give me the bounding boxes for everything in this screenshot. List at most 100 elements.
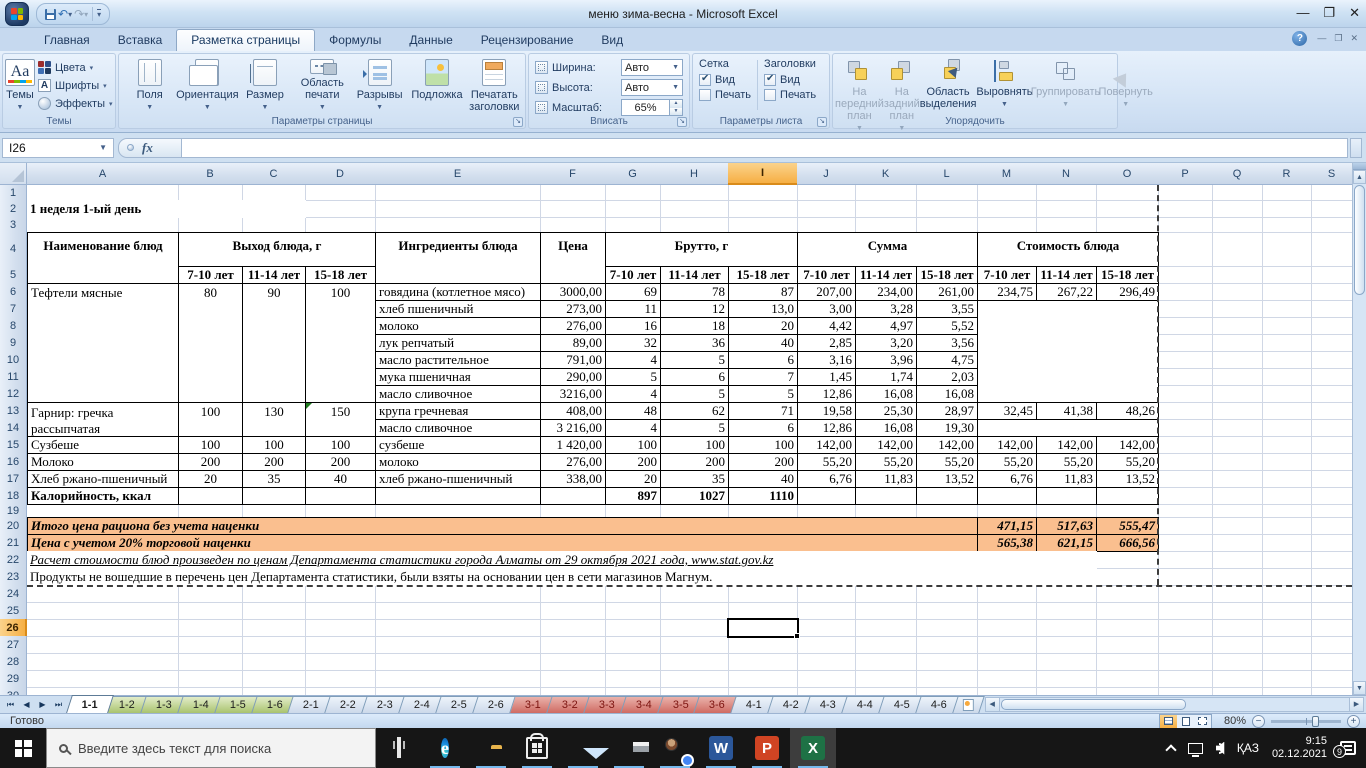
headings-view-checkbox[interactable]: Вид: [764, 74, 816, 86]
cell-A20[interactable]: Итого цена рациона без учета наценки: [27, 517, 978, 535]
cell-O21[interactable]: 666,56: [1096, 534, 1159, 552]
cell-D17[interactable]: 40: [305, 470, 376, 488]
mail-taskbar-button[interactable]: [560, 728, 606, 768]
cell-O18[interactable]: [1096, 487, 1159, 505]
cell-C17[interactable]: 35: [242, 470, 306, 488]
cell-L18[interactable]: [916, 487, 978, 505]
row-header-22[interactable]: 22: [0, 551, 27, 569]
cell-L17[interactable]: 13,52: [916, 470, 978, 488]
ribbon-tab-Формулы[interactable]: Формулы: [315, 30, 395, 51]
cell-I9[interactable]: 40: [728, 334, 798, 352]
cell-D6[interactable]: 100: [305, 283, 376, 403]
customize-qat-button[interactable]: ▾: [97, 9, 101, 19]
cell-C13[interactable]: 130: [242, 402, 306, 437]
grid-area[interactable]: 1 неделя 1-ый деньНаименование блюдВыход…: [27, 185, 1352, 695]
cell-H10[interactable]: 5: [660, 351, 729, 369]
row-header-3[interactable]: 3: [0, 217, 27, 233]
cell-N13[interactable]: 41,38: [1036, 402, 1097, 420]
next-sheet-button[interactable]: ▶: [35, 697, 50, 712]
cell-B4[interactable]: Выход блюда, г: [178, 232, 376, 267]
row-header-30[interactable]: 30: [0, 687, 27, 695]
cell-J12[interactable]: 12,86: [797, 385, 856, 403]
close-button[interactable]: ✕: [1349, 4, 1360, 22]
vertical-scroll-thumb[interactable]: [1354, 185, 1365, 295]
cell-F11[interactable]: 290,00: [540, 368, 606, 386]
cell-L7[interactable]: 3,55: [916, 300, 978, 318]
cell-I14[interactable]: 6: [728, 419, 798, 437]
cell-L5[interactable]: 15-18 лет: [916, 266, 978, 284]
cell-J5[interactable]: 7-10 лет: [797, 266, 856, 284]
scroll-up-button[interactable]: ▲: [1353, 170, 1366, 184]
cell-N18[interactable]: [1036, 487, 1097, 505]
cell-F4[interactable]: Цена: [540, 232, 606, 284]
row-header-5[interactable]: 5: [0, 266, 27, 284]
volume-button[interactable]: [1216, 742, 1224, 755]
theme-effects-button[interactable]: Эффекты▾: [35, 96, 116, 111]
cell-J18[interactable]: [797, 487, 856, 505]
zoom-out-button[interactable]: −: [1252, 715, 1265, 728]
cell-I18[interactable]: 1110: [728, 487, 798, 505]
zoom-slider[interactable]: [1271, 720, 1341, 723]
cell-I12[interactable]: 5: [728, 385, 798, 403]
prev-sheet-button[interactable]: ◀: [19, 697, 34, 712]
row-header-9[interactable]: 9: [0, 334, 27, 352]
cell-A6[interactable]: Тефтели мясные: [27, 283, 179, 403]
cell-G17[interactable]: 20: [605, 470, 661, 488]
scroll-right-button[interactable]: ▶: [1349, 698, 1363, 711]
ribbon-tab-Вставка[interactable]: Вставка: [104, 30, 177, 51]
insert-sheet-button[interactable]: [952, 696, 985, 713]
taskbar-search-input[interactable]: Введите здесь текст для поиска: [46, 728, 376, 768]
zoom-in-button[interactable]: +: [1347, 715, 1360, 728]
ribbon-tab-Рецензирование[interactable]: Рецензирование: [467, 30, 588, 51]
cell-G14[interactable]: 4: [605, 419, 661, 437]
horizontal-scroll-thumb[interactable]: [1001, 699, 1186, 710]
themes-button[interactable]: Aa Темы ▼: [5, 56, 35, 114]
cell-J16[interactable]: 55,20: [797, 453, 856, 471]
row-header-24[interactable]: 24: [0, 585, 27, 603]
cell-I10[interactable]: 6: [728, 351, 798, 369]
cell-H9[interactable]: 36: [660, 334, 729, 352]
workbook-minimize-button[interactable]: —: [1317, 33, 1326, 44]
cell-B6[interactable]: 80: [178, 283, 243, 403]
cell-D15[interactable]: 100: [305, 436, 376, 454]
column-header-E[interactable]: E: [375, 163, 541, 185]
formula-input[interactable]: [182, 138, 1348, 158]
cell-G5[interactable]: 7-10 лет: [605, 266, 661, 284]
name-box[interactable]: I26▼: [2, 138, 114, 158]
cell-A22[interactable]: Расчет стоимости блюд произведен по цена…: [27, 551, 1097, 569]
cell-A18[interactable]: Калорийность, ккал: [27, 487, 179, 505]
edge-taskbar-button[interactable]: e: [422, 728, 468, 768]
cell-M7[interactable]: [977, 300, 1159, 403]
cell-I17[interactable]: 40: [728, 470, 798, 488]
column-header-Q[interactable]: Q: [1212, 163, 1263, 185]
row-header-21[interactable]: 21: [0, 534, 27, 552]
word-taskbar-button[interactable]: W: [698, 728, 744, 768]
row-header-15[interactable]: 15: [0, 436, 27, 454]
cell-E4[interactable]: Ингредиенты блюда: [375, 232, 541, 284]
cell-G4[interactable]: Брутто, г: [605, 232, 798, 267]
excel-taskbar-button[interactable]: X: [790, 728, 836, 768]
cell-L13[interactable]: 28,97: [916, 402, 978, 420]
last-sheet-button[interactable]: ⏭: [51, 697, 66, 712]
cell-L16[interactable]: 55,20: [916, 453, 978, 471]
clock[interactable]: 9:1502.12.2021: [1272, 735, 1327, 761]
cell-M16[interactable]: 55,20: [977, 453, 1037, 471]
cell-I6[interactable]: 87: [728, 283, 798, 301]
gridlines-view-checkbox[interactable]: Вид: [699, 74, 751, 86]
cell-K12[interactable]: 16,08: [855, 385, 917, 403]
column-header-R[interactable]: R: [1262, 163, 1312, 185]
cell-F9[interactable]: 89,00: [540, 334, 606, 352]
page-layout-view-button[interactable]: [1177, 715, 1194, 728]
cell-E16[interactable]: молоко: [375, 453, 541, 471]
cell-M13[interactable]: 32,45: [977, 402, 1037, 420]
cell-H8[interactable]: 18: [660, 317, 729, 335]
cell-A13[interactable]: Гарнир: гречка рассыпчатая: [27, 402, 179, 437]
cell-E17[interactable]: хлеб ржано-пшеничный: [375, 470, 541, 488]
undo-dropdown-icon[interactable]: ▾: [68, 10, 72, 19]
workbook-close-button[interactable]: ✕: [1350, 33, 1358, 44]
cell-D13[interactable]: 150: [305, 402, 376, 437]
cell-O20[interactable]: 555,47: [1096, 517, 1159, 535]
row-header-12[interactable]: 12: [0, 385, 27, 403]
cell-H16[interactable]: 200: [660, 453, 729, 471]
normal-view-button[interactable]: [1160, 715, 1177, 728]
